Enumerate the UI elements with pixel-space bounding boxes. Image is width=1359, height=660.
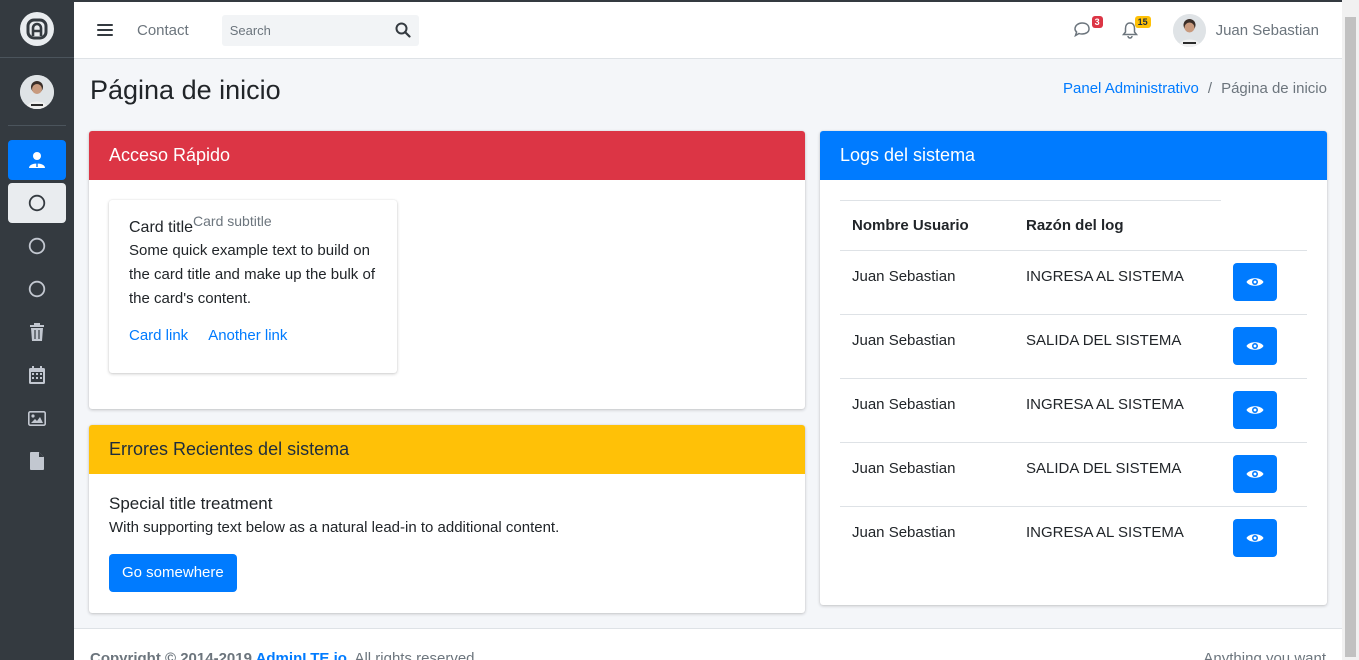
system-logs-header: Logs del sistema	[820, 131, 1327, 180]
notifications-dropdown[interactable]: 15	[1121, 15, 1151, 41]
quick-access-header: Acceso Rápido	[89, 131, 805, 180]
search-form	[221, 14, 419, 46]
recent-errors-card: Errores Recientes del sistema Special ti…	[89, 425, 805, 613]
view-log-button[interactable]	[1233, 519, 1277, 557]
sidebar-item-file[interactable]	[8, 441, 66, 481]
table-row: Juan Sebastian SALIDA DEL SISTEMA	[840, 314, 1307, 379]
logs-table: Nombre Usuario Razón del log Juan Sebast…	[840, 200, 1307, 571]
log-reason: INGRESA AL SISTEMA	[1014, 378, 1221, 443]
sidebar-item-trash[interactable]	[8, 312, 66, 352]
recent-errors-body: Special title treatment With supporting …	[89, 474, 805, 612]
eye-icon	[1246, 342, 1264, 350]
go-somewhere-button[interactable]: Go somewhere	[109, 554, 237, 592]
sidebar-nav	[0, 126, 74, 481]
circle-icon	[28, 237, 46, 255]
log-user: Juan Sebastian	[840, 378, 1014, 443]
sidebar-item-calendar[interactable]	[8, 355, 66, 395]
image-icon	[28, 410, 46, 426]
footer-link[interactable]: AdminLTE.io	[256, 650, 347, 660]
sidebar-item-circle-3[interactable]	[8, 269, 66, 309]
card-subtitle: Card subtitle	[193, 213, 272, 229]
view-log-button[interactable]	[1233, 263, 1277, 301]
breadcrumb-link[interactable]: Panel Administrativo	[1063, 80, 1199, 97]
sidebar-item-gallery[interactable]	[8, 398, 66, 438]
view-log-button[interactable]	[1233, 391, 1277, 429]
navbar-right: 3 15 Juan Sebastian	[1073, 2, 1319, 59]
scrollbar-thumb[interactable]	[1345, 17, 1356, 657]
trash-icon	[30, 323, 44, 341]
special-text: With supporting text below as a natural …	[109, 519, 560, 536]
log-reason: INGRESA AL SISTEMA	[1026, 524, 1184, 541]
search-input[interactable]	[221, 22, 382, 38]
eye-icon	[1246, 406, 1264, 414]
card-link[interactable]: Card link	[129, 327, 188, 344]
bars-icon[interactable]	[97, 22, 113, 38]
quick-access-card: Acceso Rápido Card titleCard subtitle So…	[89, 131, 805, 409]
sidebar-item-user[interactable]	[8, 140, 66, 180]
table-row: Juan Sebastian INGRESA AL SISTEMA	[840, 250, 1307, 315]
eye-icon	[1246, 534, 1264, 542]
page-scrollbar[interactable]	[1342, 0, 1359, 660]
main-footer: Copyright © 2014-2019 AdminLTE.io. All r…	[74, 628, 1342, 660]
brand-logo-link[interactable]	[0, 0, 74, 58]
system-logs-card: Logs del sistema Nombre Usuario Razón de…	[820, 131, 1327, 605]
comments-icon	[1073, 21, 1090, 37]
table-row: Juan Sebastian SALIDA DEL SISTEMA	[840, 442, 1307, 507]
column-header-reason: Razón del log	[1014, 200, 1221, 251]
user-avatar[interactable]	[1172, 14, 1206, 47]
user-name[interactable]: Juan Sebastian	[1216, 22, 1319, 39]
main-sidebar	[0, 0, 74, 660]
sidebar-avatar	[20, 74, 54, 109]
sidebar-item-circle-2[interactable]	[8, 226, 66, 266]
column-header-actions	[1221, 200, 1307, 251]
table-header-row: Nombre Usuario Razón del log	[840, 200, 1307, 251]
top-navbar: Contact 3 15 Juan Sebastian	[74, 0, 1359, 59]
sidebar-user-panel[interactable]	[8, 58, 66, 126]
card-links: Card link Another link	[129, 327, 377, 344]
eye-icon	[1246, 470, 1264, 478]
sidebar-item-circle-1[interactable]	[8, 183, 66, 223]
search-icon[interactable]	[395, 22, 411, 38]
card-title: Card title	[129, 219, 194, 236]
eye-icon	[1246, 278, 1264, 286]
table-row: Juan Sebastian INGRESA AL SISTEMA	[840, 507, 1307, 571]
log-reason: SALIDA DEL SISTEMA	[1014, 314, 1221, 379]
copyright-text: Copyright © 2014-2019	[90, 650, 256, 660]
breadcrumb-separator: /	[1207, 80, 1213, 97]
recent-errors-header: Errores Recientes del sistema	[89, 425, 805, 474]
calendar-icon	[29, 366, 45, 384]
log-user: Juan Sebastian	[840, 442, 1014, 507]
circle-icon	[28, 194, 46, 212]
log-reason: INGRESA AL SISTEMA	[1014, 250, 1221, 315]
log-reason: SALIDA DEL SISTEMA	[1014, 442, 1221, 507]
special-title: Special title treatment	[109, 494, 273, 513]
contact-link[interactable]: Contact	[137, 22, 189, 39]
user-icon	[29, 152, 45, 168]
messages-dropdown[interactable]: 3	[1073, 15, 1103, 41]
notifications-badge: 15	[1134, 15, 1151, 28]
view-log-button[interactable]	[1233, 327, 1277, 365]
footer-right-text: Anything you want	[1203, 650, 1326, 660]
log-user: Juan Sebastian	[852, 524, 956, 541]
view-log-button[interactable]	[1233, 455, 1277, 493]
breadcrumb-active: Página de inicio	[1221, 80, 1327, 97]
example-card: Card titleCard subtitle Some quick examp…	[109, 200, 397, 373]
messages-badge: 3	[1091, 15, 1103, 28]
column-header-user: Nombre Usuario	[840, 200, 1014, 251]
footer-copyright: Copyright © 2014-2019 AdminLTE.io. All r…	[90, 650, 479, 660]
log-user: Juan Sebastian	[840, 250, 1014, 315]
log-user: Juan Sebastian	[840, 314, 1014, 379]
footer-rights: . All rights reserved.	[346, 650, 479, 660]
breadcrumb: Panel Administrativo / Página de inicio	[1063, 80, 1327, 97]
brand-logo-icon	[20, 11, 54, 46]
page-title: Página de inicio	[90, 75, 281, 105]
file-icon	[30, 452, 44, 470]
card-text: Some quick example text to build on the …	[129, 242, 375, 307]
circle-icon	[28, 280, 46, 298]
another-link[interactable]: Another link	[208, 327, 287, 344]
table-row: Juan Sebastian INGRESA AL SISTEMA	[840, 378, 1307, 443]
